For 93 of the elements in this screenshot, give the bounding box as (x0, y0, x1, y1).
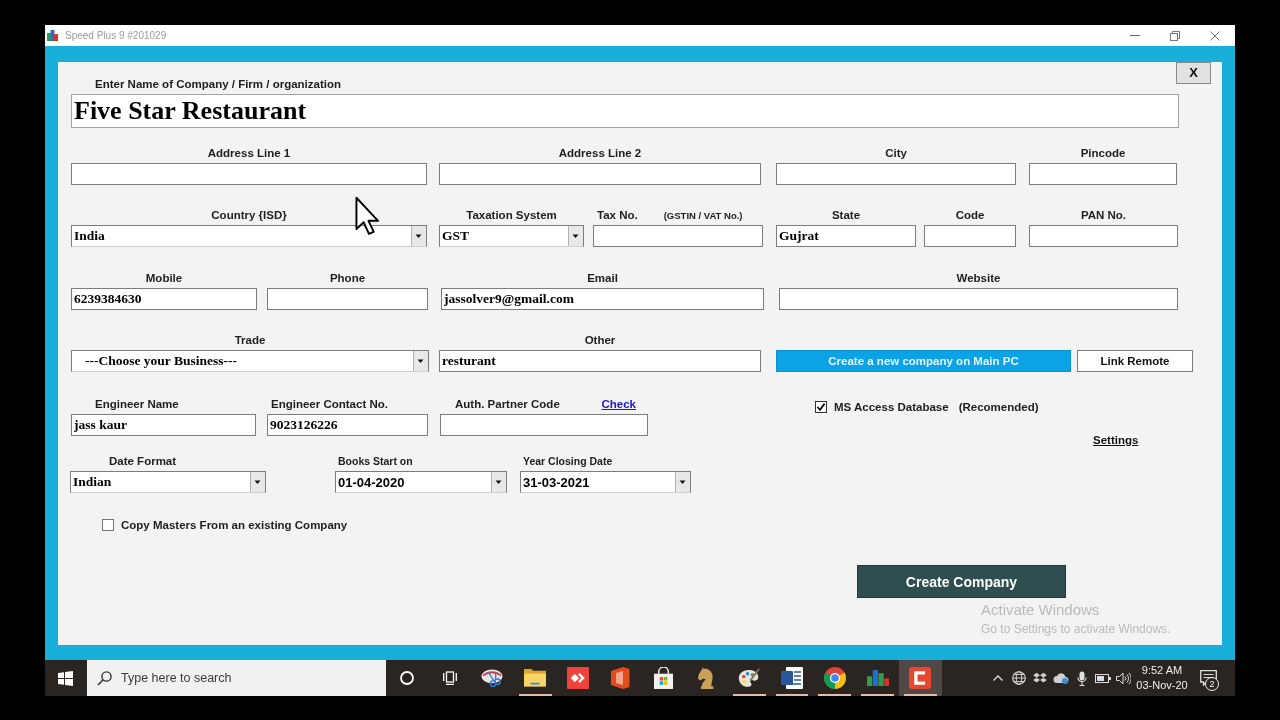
window-title: Speed Plus 9 #201029 (65, 29, 167, 43)
search-icon (97, 671, 112, 686)
cloud-icon (1052, 672, 1069, 684)
field-label: Enter Name of Company / Firm / organization (95, 77, 341, 91)
restore-icon (1170, 30, 1180, 41)
search-field[interactable]: Type here to search (87, 660, 386, 696)
text-field[interactable] (71, 163, 427, 185)
dropdown[interactable]: 31-03-2021 (520, 471, 691, 493)
field-label: Address Line 2 (558, 147, 642, 159)
color-wheel-icon (823, 667, 846, 689)
text-field[interactable] (593, 225, 763, 247)
frames-icon (442, 671, 457, 685)
text-field[interactable]: 6239384630 (71, 288, 257, 310)
field-label: Auth. Partner Code (455, 397, 560, 411)
field-label: Books Start on (338, 455, 413, 467)
minimize-icon (1130, 35, 1140, 36)
checkbox[interactable] (102, 519, 114, 531)
field-label: Other (584, 334, 616, 346)
field-label: Year Closing Date (523, 455, 613, 467)
link-remote-button[interactable]: Link Remote (1077, 350, 1193, 372)
chess-knight-icon (698, 667, 715, 689)
settings-link[interactable]: Settings (1093, 434, 1139, 447)
checkbox-label: Copy Masters From an existing Company (121, 519, 348, 531)
checkbox-note: (Recomended) (958, 401, 1039, 413)
field-label: Address Line 1 (207, 147, 291, 159)
field-label: Email (587, 272, 618, 284)
scissors-icon (481, 668, 504, 688)
create-company-button[interactable]: Create Company (857, 565, 1066, 598)
activation-title: Activate Windows (981, 601, 1101, 619)
text-field[interactable] (1029, 225, 1178, 247)
arrow-tile-icon (567, 667, 589, 689)
field-label: Mobile (145, 272, 183, 284)
text-field[interactable] (779, 288, 1178, 310)
notification-button[interactable]: 2 (1190, 660, 1226, 696)
battery-icon (1094, 673, 1111, 683)
field-label: Code (955, 209, 985, 221)
field-label: Engineer Name (95, 398, 179, 410)
text-field[interactable]: Gujrat (776, 225, 916, 247)
door-icon (611, 667, 631, 689)
bar-chart-icon (866, 669, 889, 687)
dropdown[interactable]: 01-04-2020 (335, 471, 507, 493)
company-name-field[interactable]: Five Star Restaurant (71, 94, 1179, 128)
ring-icon (400, 671, 414, 685)
text-field[interactable]: 9023126226 (267, 414, 428, 436)
field-label: Phone (329, 272, 366, 284)
field-label: Website (956, 272, 1001, 284)
check-link[interactable]: Check (601, 397, 636, 411)
speaker-icon (1116, 671, 1131, 685)
text-field[interactable] (440, 414, 648, 436)
notification-badge: 2 (1205, 677, 1219, 691)
microphone-icon (1076, 670, 1087, 686)
dropdown[interactable]: Indian (70, 471, 266, 493)
app-logo-icon (47, 30, 58, 41)
field-label: PAN No. (1080, 209, 1127, 221)
field-label: Trade (234, 334, 266, 346)
text-field[interactable] (439, 163, 761, 185)
four-panes-icon (57, 670, 73, 686)
folder-icon (524, 669, 547, 687)
bracket-tile-icon (909, 667, 932, 689)
field-label: Date Format (109, 455, 177, 467)
close-form-button[interactable]: X (1176, 62, 1211, 84)
chevron-up-icon (993, 675, 1003, 681)
text-field[interactable]: jass kaur (71, 414, 256, 436)
palette-icon (738, 667, 761, 689)
clock-time: 9:52 AM (1141, 663, 1183, 678)
taskbar-app-button[interactable] (898, 660, 942, 696)
dropdown[interactable]: GST (439, 225, 584, 247)
close-icon (1210, 30, 1220, 41)
text-field[interactable] (924, 225, 1016, 247)
globe-icon (1011, 671, 1026, 685)
clock-date: 03-Nov-20 (1136, 678, 1188, 693)
text-field[interactable] (1029, 163, 1177, 185)
message-icon (1199, 670, 1217, 686)
text-field[interactable] (776, 163, 1016, 185)
document-icon (780, 667, 803, 689)
shopping-bag-icon (654, 667, 674, 689)
diamonds-icon (1032, 672, 1047, 684)
checkbox-label: MS Access Database (834, 401, 949, 413)
field-label: Taxation System (466, 209, 557, 221)
field-label: Tax No. (597, 208, 638, 222)
field-label: Engineer Contact No. (271, 398, 388, 410)
checkbox[interactable] (815, 401, 827, 413)
dropdown[interactable]: ---Choose your Business--- (71, 350, 429, 372)
field-label: Country {ISD} (211, 209, 287, 221)
dropdown[interactable]: India (71, 225, 427, 247)
text-field[interactable]: resturant (439, 350, 761, 372)
field-note: (GSTIN / VAT No.) (663, 209, 743, 223)
text-field[interactable] (267, 288, 428, 310)
text-field[interactable]: jassolver9@gmail.com (441, 288, 764, 310)
field-label: Pincode (1080, 147, 1126, 159)
mouse-pointer-icon (355, 195, 380, 237)
field-label: City (885, 147, 907, 159)
field-label: State (831, 209, 861, 221)
